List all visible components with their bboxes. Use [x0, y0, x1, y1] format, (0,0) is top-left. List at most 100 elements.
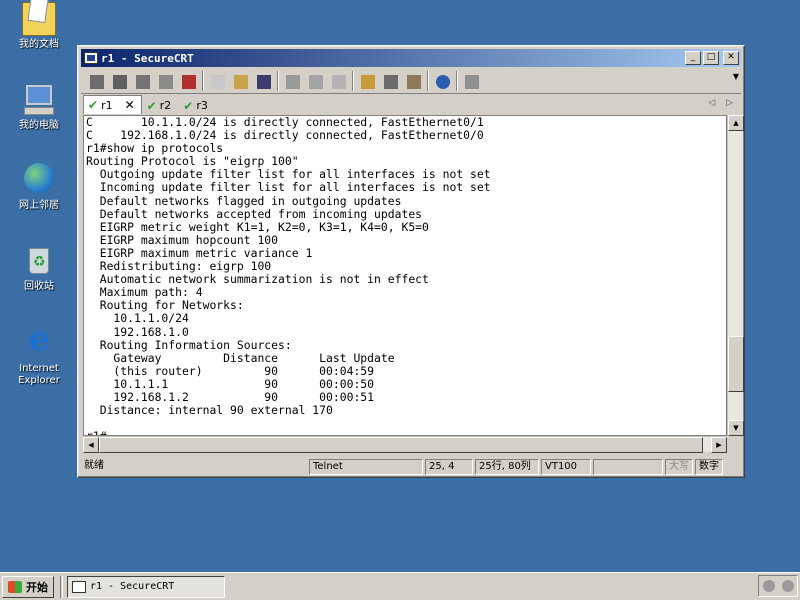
print-selection-button[interactable]	[306, 72, 324, 90]
status-bar: 就绪 Telnet 25, 4 25行, 80列 VT100 大写 数字	[81, 458, 741, 476]
reconnect-button[interactable]	[156, 72, 174, 90]
find-button[interactable]	[254, 72, 272, 90]
quick-connect-button[interactable]	[110, 72, 128, 90]
securecrt-window: r1 - SecureCRT _ □ ✕ ▼ ✔ r1 ✕ ✔ r2 ✔ r3 …	[77, 45, 745, 478]
tab-label: r3	[196, 99, 208, 112]
taskbar: 开始 r1 - SecureCRT	[0, 572, 800, 600]
desktop-icon-recycle-bin[interactable]: ♻ 回收站	[1, 244, 77, 293]
terminal-line: Distance: internal 90 external 170	[86, 403, 333, 418]
print-button[interactable]	[283, 72, 301, 90]
global-options-button[interactable]	[381, 72, 399, 90]
toolbar-separator	[456, 70, 458, 91]
recycle-bin-icon: ♻	[22, 244, 56, 278]
taskbar-button-label: r1 - SecureCRT	[90, 581, 175, 592]
copy-icon	[211, 74, 225, 89]
tab-r1[interactable]: ✔ r1 ✕	[83, 95, 142, 114]
disconnect-icon	[182, 74, 196, 89]
horizontal-scroll-thumb[interactable]	[99, 437, 703, 453]
desktop-icon-label: 网上邻居	[19, 200, 59, 211]
printer-setup-button[interactable]	[329, 72, 347, 90]
scroll-left-button[interactable]: ◀	[83, 437, 99, 453]
session-options-button[interactable]	[358, 72, 376, 90]
securecrt-task-icon	[72, 580, 86, 593]
keymap-button[interactable]	[404, 72, 422, 90]
scroll-up-button[interactable]: ▲	[728, 115, 744, 131]
binoculars-icon	[257, 74, 271, 89]
status-ready: 就绪	[84, 460, 104, 471]
status-cursor-position: 25, 4	[425, 459, 473, 475]
desktop-icon-network-places[interactable]: 网上邻居	[1, 163, 77, 212]
terminal-line: Default networks accepted from incoming …	[86, 206, 423, 221]
title-bar[interactable]: r1 - SecureCRT _ □ ✕	[81, 49, 741, 67]
connect-in-tab-button[interactable]	[133, 72, 151, 90]
toolbar-separator	[352, 70, 354, 91]
tab-prev-icon[interactable]: ◁	[708, 98, 715, 108]
disconnect-button[interactable]	[179, 72, 197, 90]
scroll-down-button[interactable]: ▼	[728, 420, 744, 436]
my-documents-icon	[22, 2, 56, 36]
print-selection-icon	[309, 74, 323, 89]
system-tray	[758, 575, 798, 597]
securecrt-app-icon[interactable]	[84, 52, 98, 64]
tray-network-icon[interactable]	[781, 580, 794, 592]
terminal-line: Gateway Distance Last Update	[86, 350, 395, 365]
terminal-line: (this router) 90 00:04:59	[86, 363, 375, 378]
key-icon	[407, 74, 421, 89]
quick-connect-icon	[113, 74, 127, 89]
terminal-line: Incoming update filter list for all inte…	[86, 180, 491, 195]
vertical-scroll-thumb[interactable]	[728, 336, 744, 393]
paste-button[interactable]	[231, 72, 249, 90]
reconnect-icon	[159, 74, 173, 89]
tab-navigation: ◁ ▷	[700, 98, 733, 108]
terminal-line: 192.168.1.0	[86, 324, 189, 339]
terminal-output: C 10.1.1.0/24 is directly connected, Fas…	[86, 116, 491, 435]
windows-logo-icon	[8, 580, 22, 593]
tab-next-icon[interactable]: ▷	[726, 98, 733, 108]
my-computer-icon	[22, 83, 56, 117]
tab-r2[interactable]: ✔ r2	[142, 97, 179, 114]
internet-explorer-icon: e	[28, 319, 50, 359]
connect-button[interactable]	[87, 72, 105, 90]
session-options-icon	[361, 74, 375, 89]
status-terminal-type: VT100	[541, 459, 591, 475]
desktop-icon-my-documents[interactable]: 我的文档	[1, 2, 77, 51]
maximize-button[interactable]: □	[703, 51, 719, 65]
tab-r3[interactable]: ✔ r3	[178, 97, 215, 114]
help-icon	[436, 74, 450, 89]
desktop-icon-my-computer[interactable]: 我的电脑	[1, 83, 77, 132]
toolbar-separator	[427, 70, 429, 91]
network-places-icon	[22, 163, 56, 197]
desktop-icon-internet-explorer[interactable]: e Internet Explorer	[1, 319, 77, 387]
close-button[interactable]: ✕	[723, 51, 739, 65]
connected-check-icon: ✔	[183, 98, 194, 113]
tab-label: r1	[101, 98, 113, 112]
terminal-line: 10.1.1.1 90 00:00:50	[86, 376, 375, 391]
session-tabs: ✔ r1 ✕ ✔ r2 ✔ r3 ◁ ▷	[81, 94, 741, 114]
window-title: r1 - SecureCRT	[101, 51, 194, 65]
toolbar-separator	[202, 70, 204, 91]
sftp-button[interactable]	[462, 72, 480, 90]
start-button[interactable]: 开始	[2, 575, 54, 598]
status-protocol: Telnet	[309, 459, 423, 475]
terminal-line: EIGRP metric weight K1=1, K2=0, K3=1, K4…	[86, 219, 429, 234]
printer-icon	[332, 74, 346, 89]
toolbar-overflow-icon[interactable]: ▼	[733, 72, 739, 81]
minimize-button[interactable]: _	[685, 51, 701, 65]
toolbar-separator	[277, 70, 279, 91]
print-icon	[286, 74, 300, 89]
taskbar-button-securecrt[interactable]: r1 - SecureCRT	[67, 575, 225, 598]
copy-button[interactable]	[208, 72, 226, 90]
terminal-area[interactable]: C 10.1.1.0/24 is directly connected, Fas…	[83, 115, 727, 436]
desktop-icon-label: 回收站	[24, 281, 54, 292]
horizontal-scrollbar[interactable]: ◀ ▶	[83, 436, 727, 453]
status-terminal-size: 25行, 80列	[475, 459, 539, 475]
terminal-line: EIGRP maximum hopcount 100	[86, 232, 279, 247]
scroll-right-button[interactable]: ▶	[711, 437, 727, 453]
status-caps-lock: 大写	[665, 459, 693, 475]
help-button[interactable]	[433, 72, 451, 90]
vertical-scrollbar[interactable]: ▲ ▼	[727, 115, 744, 436]
tab-close-icon[interactable]: ✕	[125, 98, 135, 112]
tray-volume-icon[interactable]	[762, 580, 775, 592]
tab-connect-icon	[136, 74, 150, 89]
